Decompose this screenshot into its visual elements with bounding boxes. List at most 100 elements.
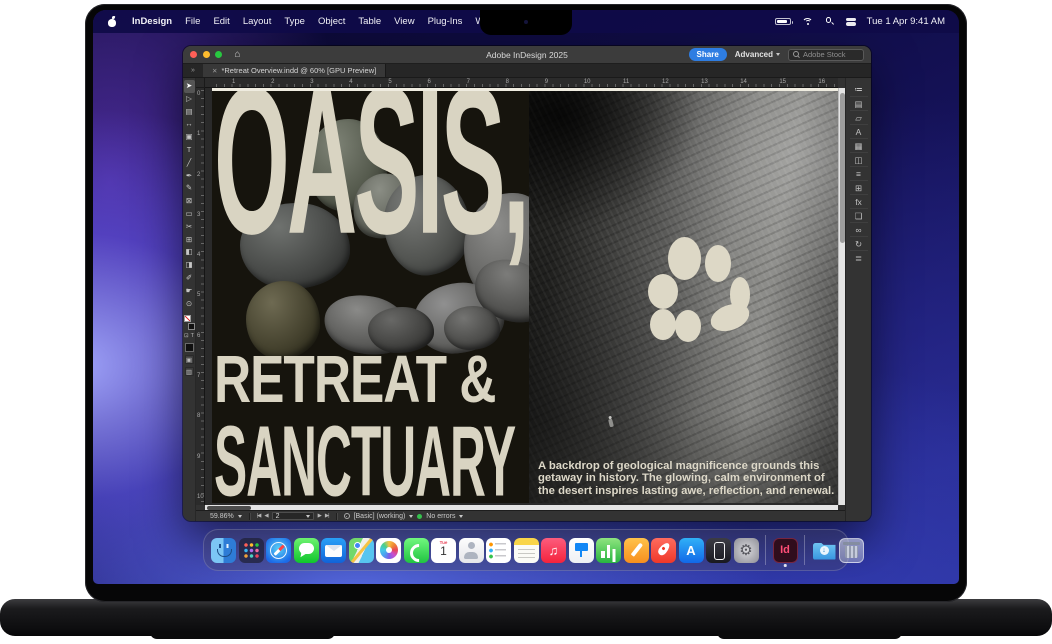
errors-chevron-icon[interactable] — [459, 515, 463, 518]
home-icon[interactable]: ⌂ — [235, 50, 241, 60]
dock-numbers[interactable] — [596, 538, 621, 563]
stroke-swatch[interactable] — [188, 323, 195, 330]
links-panel-icon[interactable]: ▦ — [850, 138, 868, 152]
content-collector-tool[interactable]: ▣ — [184, 131, 195, 144]
line-tool[interactable]: ╱ — [184, 157, 195, 170]
document-canvas[interactable]: OASIS, RETREAT & SANCTUARY — [205, 88, 838, 505]
free-transform-tool[interactable]: ⊞ — [184, 234, 195, 247]
ruler-origin-corner[interactable] — [196, 78, 205, 88]
dock-mail[interactable] — [321, 538, 346, 563]
dock-indesign[interactable]: Id — [773, 538, 798, 563]
swatches-panel-icon[interactable]: ◫ — [850, 152, 868, 166]
menu-item-view[interactable]: View — [394, 16, 414, 27]
first-page-button[interactable]: |◀ — [257, 513, 261, 519]
menu-item-file[interactable]: File — [185, 16, 200, 27]
dock-photos[interactable] — [376, 538, 401, 563]
stroke-panel-icon[interactable]: ≣ — [850, 250, 868, 264]
dock-iphone-mirroring[interactable] — [706, 538, 731, 563]
menu-item-table[interactable]: Table — [358, 16, 381, 27]
hand-tool[interactable]: ☛ — [184, 285, 195, 298]
transform-panel-icon[interactable]: ⊞ — [850, 180, 868, 194]
preflight-icon[interactable] — [344, 513, 350, 519]
apply-color-button[interactable] — [185, 343, 194, 352]
dock-downloads-folder[interactable] — [812, 538, 837, 563]
close-window-button[interactable] — [190, 51, 197, 58]
character-styles-panel-icon[interactable]: A — [850, 124, 868, 138]
menu-item-layout[interactable]: Layout — [243, 16, 272, 27]
dock-reminders[interactable] — [486, 538, 511, 563]
align-panel-icon[interactable]: ≡ — [850, 166, 868, 180]
document-tab[interactable]: ✕ *Retreat Overview.indd @ 60% [GPU Prev… — [203, 64, 386, 77]
fill-swatch[interactable] — [184, 315, 191, 322]
next-page-button[interactable]: ▶ — [318, 513, 321, 519]
dock-finder[interactable] — [211, 538, 236, 563]
dock-launchpad[interactable] — [239, 538, 264, 563]
pages-panel-icon[interactable]: ▱ — [850, 110, 868, 124]
horizontal-scrollbar-thumb[interactable] — [207, 506, 251, 510]
zoom-level[interactable]: 59.86% — [210, 513, 234, 520]
gap-tool[interactable]: ↔ — [184, 118, 195, 131]
rectangle-tool[interactable]: ▭ — [184, 208, 195, 221]
preflight-profile[interactable]: [Basic] (working) — [354, 513, 406, 520]
adobe-stock-search-input[interactable]: Adobe Stock — [788, 49, 864, 61]
pencil-tool[interactable]: ✎ — [184, 182, 195, 195]
properties-panel-icon[interactable]: ≔ — [850, 82, 868, 96]
menu-item-indesign[interactable]: InDesign — [132, 16, 172, 27]
effects-panel-icon[interactable]: fx — [850, 194, 868, 208]
dock-maps[interactable] — [349, 538, 374, 563]
dock-trash[interactable] — [839, 538, 864, 563]
menu-item-type[interactable]: Type — [284, 16, 305, 27]
workspace-menu[interactable]: Advanced — [735, 50, 780, 59]
control-center-icon[interactable] — [846, 17, 856, 26]
spotlight-search-icon[interactable] — [825, 17, 835, 27]
dock-system-settings[interactable] — [734, 538, 759, 563]
dock-notes[interactable] — [514, 538, 539, 563]
preflight-status[interactable]: No errors — [426, 513, 455, 520]
menu-item-object[interactable]: Object — [318, 16, 345, 27]
dock-phone[interactable] — [404, 538, 429, 563]
vertical-ruler[interactable]: 012345678910 — [196, 88, 205, 505]
dock-music[interactable] — [541, 538, 566, 563]
share-button[interactable]: Share — [689, 48, 727, 61]
screen-mode-normal-button[interactable]: ▣ — [185, 355, 194, 364]
rotate-panel-icon[interactable]: ↻ — [850, 236, 868, 250]
dock-safari[interactable] — [266, 538, 291, 563]
zoom-tool[interactable]: ⊙ — [184, 298, 195, 311]
cc-libraries-panel-icon[interactable]: ▤ — [850, 96, 868, 110]
formatting-container-icon[interactable]: ⊡ — [184, 333, 189, 339]
preflight-chevron-icon[interactable] — [409, 515, 413, 518]
dock-rocket-app[interactable] — [651, 538, 676, 563]
dock-app-store[interactable] — [679, 538, 704, 563]
screen-mode-preview-button[interactable]: ▥ — [185, 367, 194, 376]
scissors-tool[interactable]: ✂ — [184, 221, 195, 234]
eyedropper-tool[interactable]: ✐ — [184, 272, 195, 285]
formatting-text-icon[interactable]: T — [191, 333, 194, 339]
wifi-icon[interactable] — [802, 17, 814, 26]
menu-bar-clock[interactable]: Tue 1 Apr 9:41 AM — [867, 16, 945, 27]
apple-menu[interactable] — [107, 16, 118, 28]
direct-selection-tool[interactable]: ▷ — [184, 93, 195, 106]
vertical-scrollbar[interactable] — [838, 88, 845, 505]
collapse-tools-icon[interactable]: » — [183, 64, 203, 77]
zoom-window-button[interactable] — [215, 51, 222, 58]
battery-icon[interactable] — [775, 18, 791, 26]
dock-pages[interactable] — [624, 538, 649, 563]
hyperlinks-panel-icon[interactable]: ∞ — [850, 222, 868, 236]
layers-panel-icon[interactable]: ❏ — [850, 208, 868, 222]
dock-messages[interactable] — [294, 538, 319, 563]
gradient-feather-tool[interactable]: ◨ — [184, 259, 195, 272]
menu-item-plug-ins[interactable]: Plug-Ins — [428, 16, 463, 27]
dock-contacts[interactable] — [459, 538, 484, 563]
gradient-swatch-tool[interactable]: ◧ — [184, 246, 195, 259]
tab-close-icon[interactable]: ✕ — [212, 67, 217, 75]
horizontal-ruler[interactable]: 12345678910111213141516 — [205, 78, 838, 88]
minimize-window-button[interactable] — [203, 51, 210, 58]
selection-tool[interactable]: ➤ — [184, 80, 195, 93]
zoom-chevron-icon[interactable] — [238, 515, 242, 518]
pen-tool[interactable]: ✒ — [184, 170, 195, 183]
dock-calendar[interactable]: Tue1 — [431, 538, 456, 563]
menu-item-edit[interactable]: Edit — [213, 16, 229, 27]
dock-keynote[interactable] — [569, 538, 594, 563]
page-tool[interactable]: ▤ — [184, 106, 195, 119]
previous-page-button[interactable]: ◀ — [264, 513, 267, 519]
